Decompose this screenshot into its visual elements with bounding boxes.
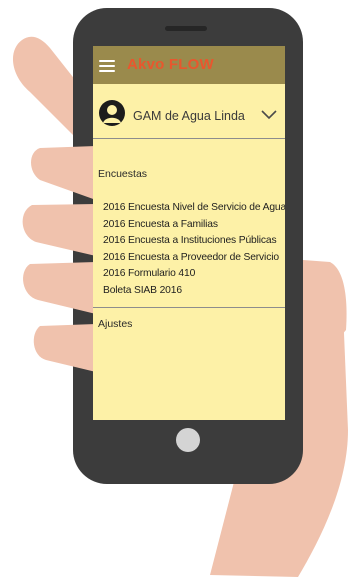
survey-item[interactable]: 2016 Encuesta a Familias xyxy=(103,217,285,234)
survey-item[interactable]: Boleta SIAB 2016 xyxy=(103,283,285,300)
home-button xyxy=(176,428,200,452)
survey-item[interactable]: 2016 Encuesta a Instituciones Públicas xyxy=(103,233,285,250)
survey-list: 2016 Encuesta Nivel de Servicio de Agua … xyxy=(103,200,285,299)
app-bar: Akvo FLOW xyxy=(93,46,285,84)
hamburger-menu-icon[interactable] xyxy=(99,60,115,72)
settings-item[interactable]: Ajustes xyxy=(98,318,132,330)
phone-screen: Akvo FLOW GAM de Agua Linda Encuestas 20… xyxy=(93,46,285,420)
app-title: Akvo FLOW xyxy=(127,56,214,73)
survey-item[interactable]: 2016 Encuesta a Proveedor de Servicio xyxy=(103,250,285,267)
ring-finger xyxy=(23,262,96,314)
divider xyxy=(93,307,285,308)
survey-item[interactable]: 2016 Encuesta Nivel de Servicio de Agua xyxy=(103,200,285,217)
phone-speaker xyxy=(165,26,207,31)
surveys-heading: Encuestas xyxy=(98,168,148,180)
illustration: Akvo FLOW GAM de Agua Linda Encuestas 20… xyxy=(0,0,360,577)
survey-item[interactable]: 2016 Formulario 410 xyxy=(103,266,285,283)
middle-finger xyxy=(22,204,96,256)
divider xyxy=(93,138,285,139)
account-name: GAM de Agua Linda xyxy=(133,109,245,123)
user-account-icon xyxy=(99,100,125,126)
index-finger xyxy=(31,146,96,200)
chevron-down-icon[interactable] xyxy=(261,110,277,120)
account-selector[interactable]: GAM de Agua Linda xyxy=(93,96,285,132)
little-finger xyxy=(33,324,96,372)
